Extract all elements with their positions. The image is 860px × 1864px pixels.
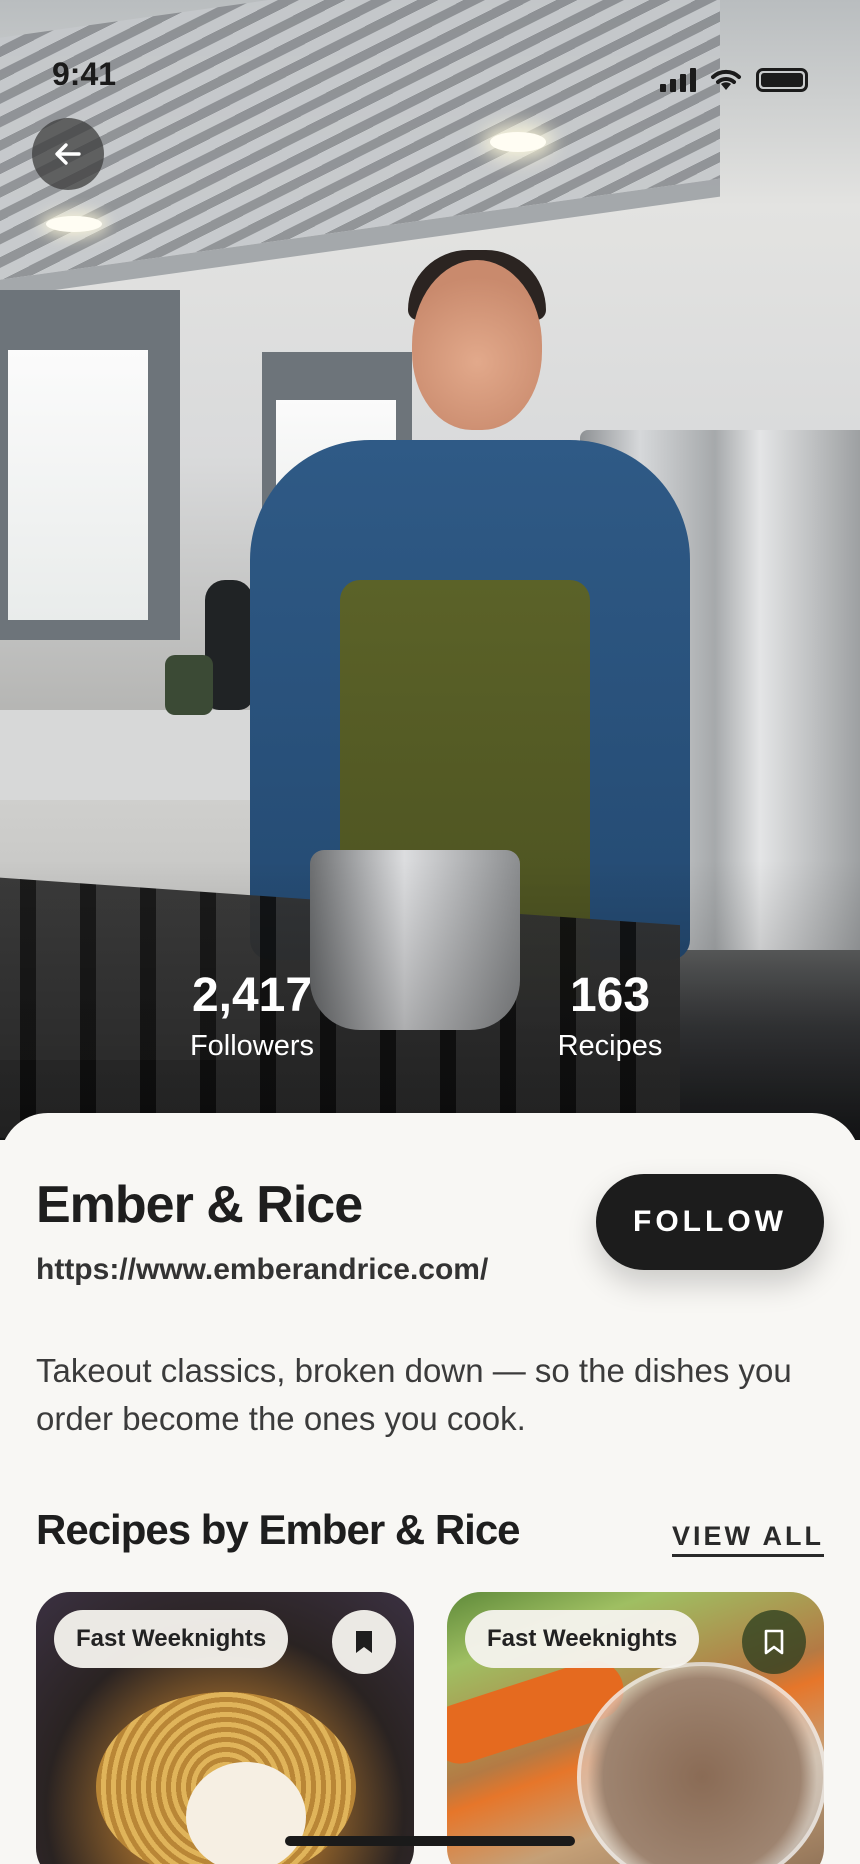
arrow-left-icon [55, 143, 81, 165]
recipe-category-tag: Fast Weeknights [465, 1610, 700, 1668]
followers-stat[interactable]: 2,417 Followers [172, 972, 332, 1063]
followers-label: Followers [189, 1030, 315, 1062]
battery-icon [756, 68, 808, 92]
profile-name: Ember & Rice [36, 1176, 363, 1234]
bookmark-button[interactable] [332, 1610, 396, 1674]
recipe-card[interactable]: Fast Weeknights [447, 1592, 824, 1864]
back-button[interactable] [32, 118, 104, 190]
recipes-stat[interactable]: 163 Recipes [538, 972, 682, 1063]
profile-url-link[interactable]: https://www.emberandrice.com/ [36, 1253, 488, 1287]
bookmark-filled-icon [356, 1631, 372, 1653]
status-time: 9:41 [52, 56, 117, 92]
recipes-count: 163 [569, 969, 651, 1022]
followers-count: 2,417 [191, 969, 313, 1022]
hood-light [46, 216, 102, 232]
follow-button[interactable]: FOLLOW [596, 1174, 824, 1270]
wifi-icon [711, 69, 741, 90]
signal-icon [660, 68, 696, 92]
hood-light [490, 132, 546, 152]
recipe-card[interactable]: Fast Weeknights [36, 1592, 414, 1864]
kitchen-window [0, 290, 180, 640]
recipes-label: Recipes [557, 1030, 663, 1062]
home-indicator [285, 1836, 575, 1846]
hero-photo [0, 0, 860, 1140]
bookmark-button[interactable] [742, 1610, 806, 1674]
status-icons [660, 66, 808, 92]
bookmark-outline-icon [764, 1629, 784, 1655]
recipes-section-title: Recipes by Ember & Rice [36, 1506, 521, 1553]
recipe-category-tag: Fast Weeknights [54, 1610, 289, 1668]
plant [165, 655, 213, 715]
view-all-link[interactable]: VIEW ALL [672, 1521, 824, 1557]
profile-bio: Takeout classics, broken down — so the d… [36, 1352, 792, 1437]
